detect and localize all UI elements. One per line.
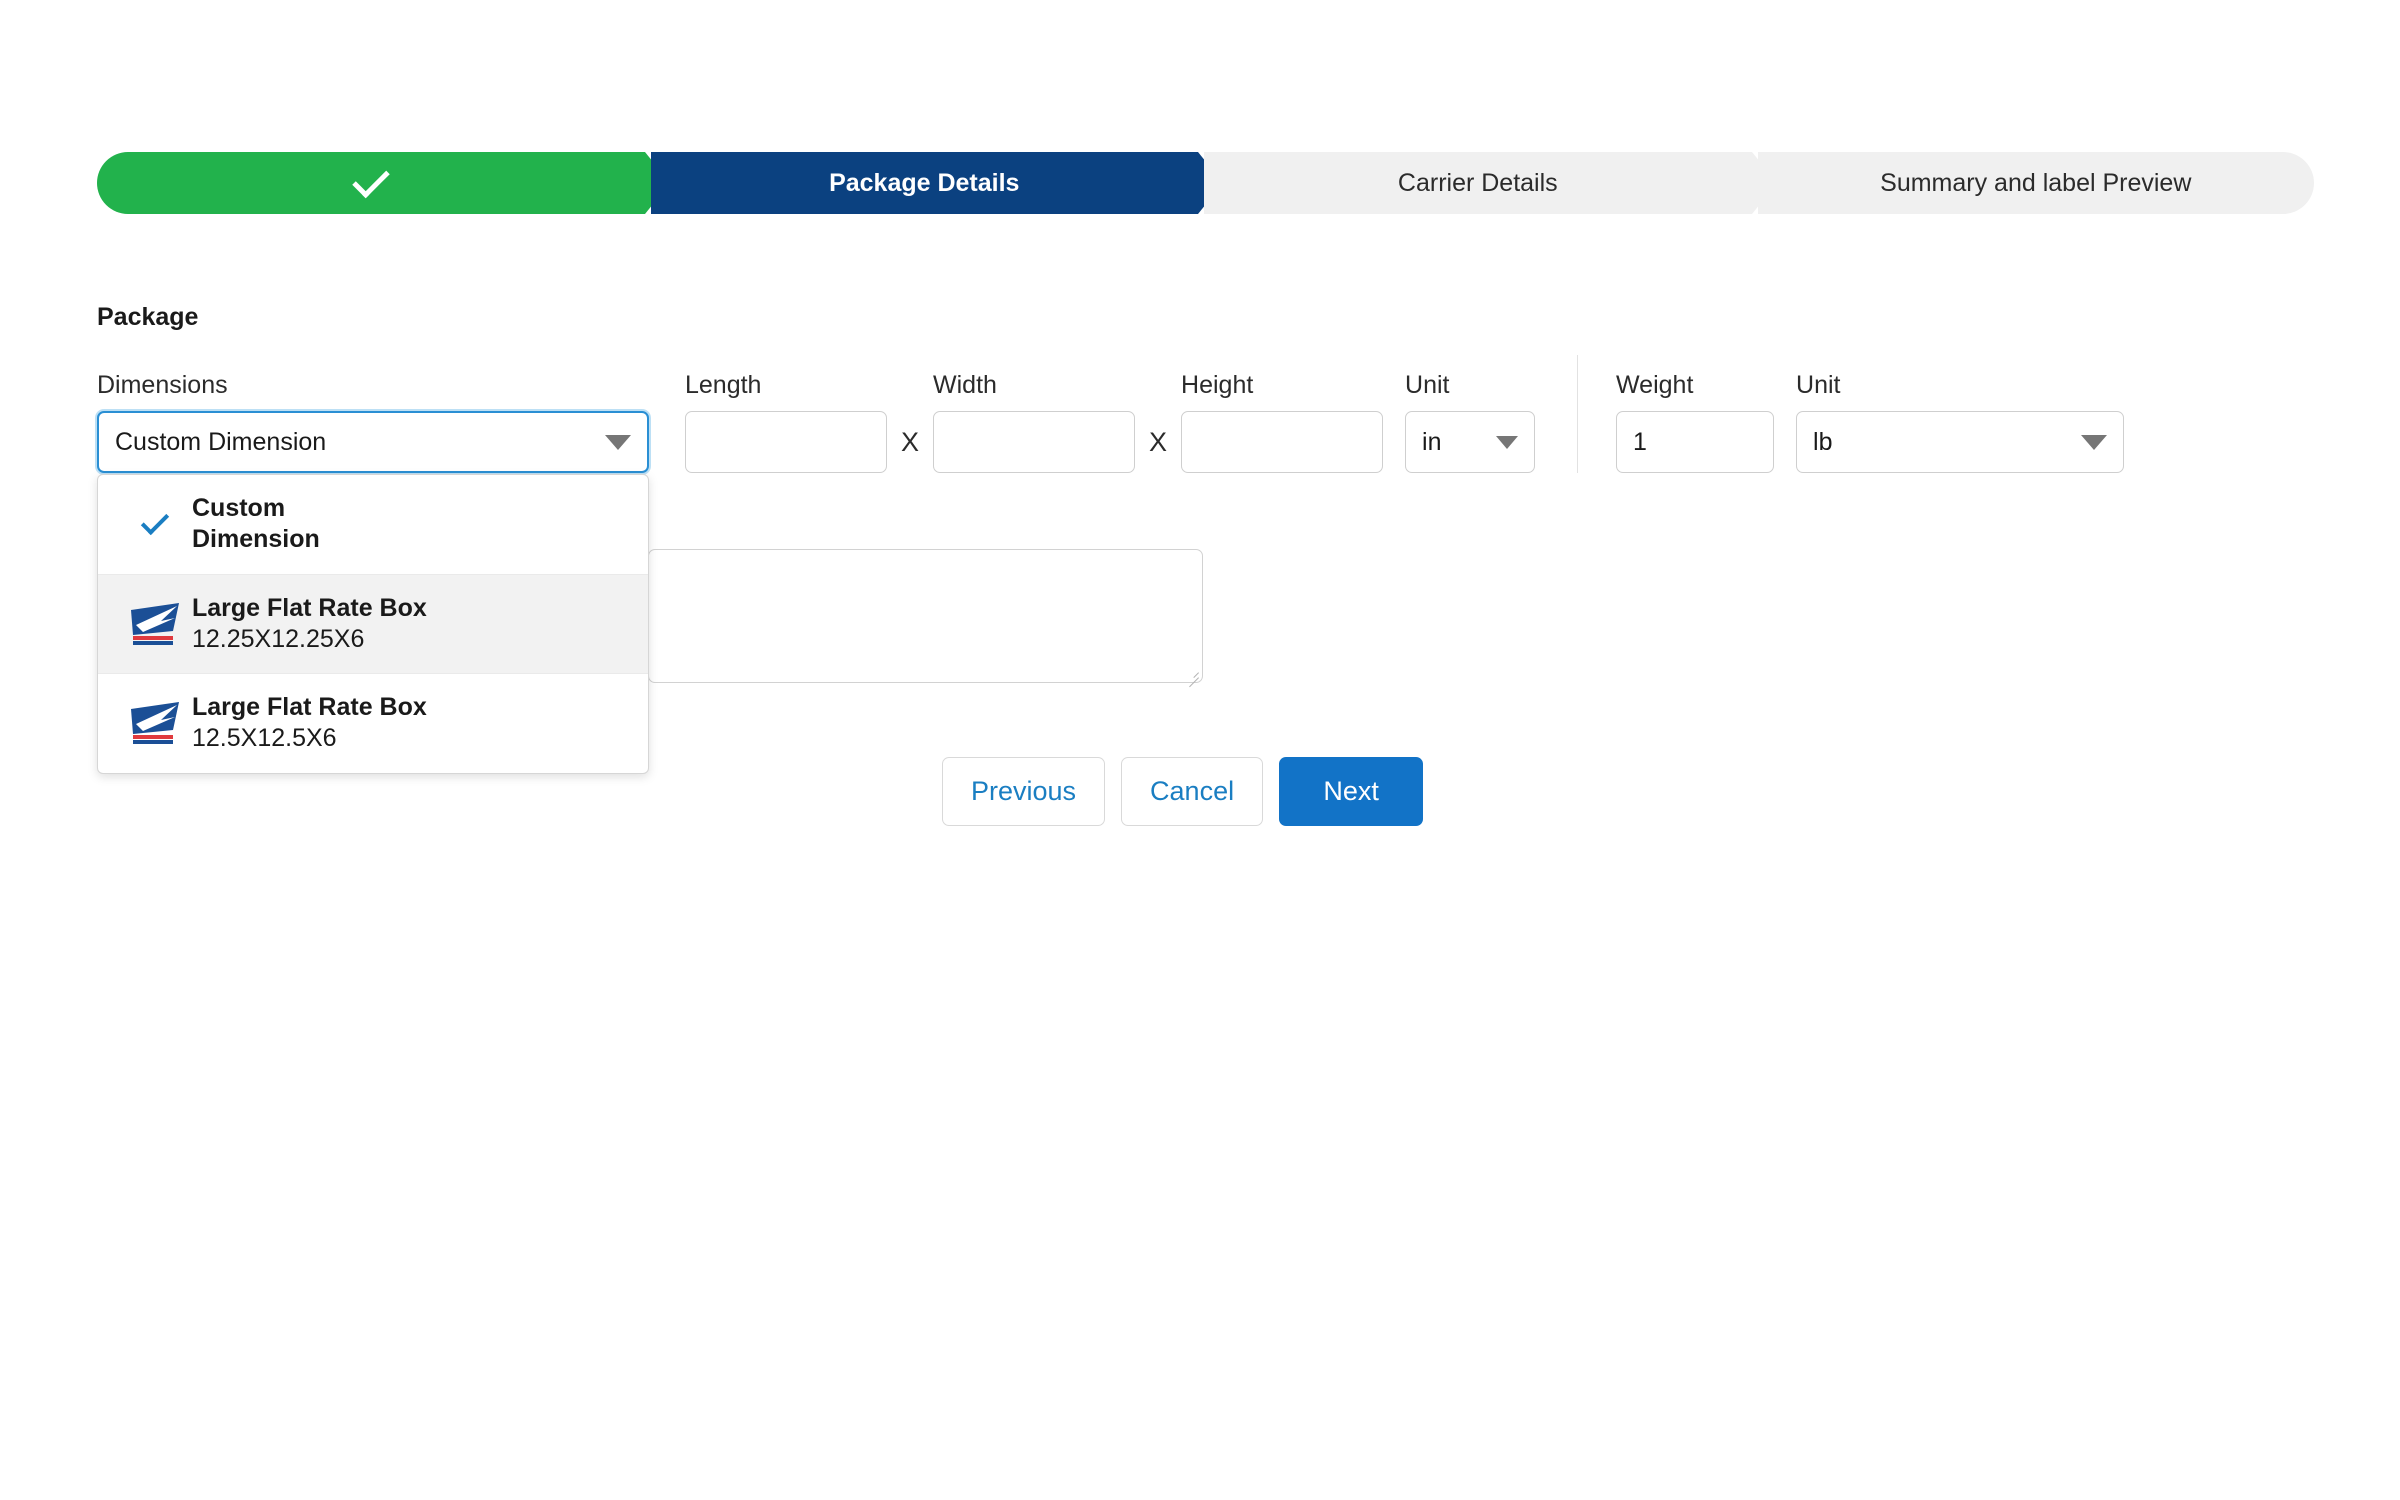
height-input[interactable] xyxy=(1181,411,1384,473)
length-field: Length xyxy=(685,371,887,473)
dimension-separator-x: X xyxy=(1149,427,1168,457)
cancel-button[interactable]: Cancel xyxy=(1121,757,1264,826)
weight-label: Weight xyxy=(1616,371,1694,399)
step-carrier-details[interactable]: Carrier Details xyxy=(1204,152,1777,214)
dimension-unit-field: Unit in xyxy=(1405,371,1536,473)
weight-unit-select[interactable]: lb xyxy=(1796,411,2125,473)
weight-unit-field: Unit lb xyxy=(1796,371,2125,473)
selected-check-icon xyxy=(118,507,192,536)
chevron-down-icon xyxy=(2081,434,2108,450)
option-text: Custom Dimension xyxy=(192,493,628,556)
length-input[interactable] xyxy=(685,411,887,473)
step-label: Carrier Details xyxy=(1397,168,1558,197)
step-summary-label-preview[interactable]: Summary and label Preview xyxy=(1757,152,2314,214)
option-title: Large Flat Rate Box xyxy=(192,693,427,721)
progress-stepper: Package Details Carrier Details Summary … xyxy=(97,152,2320,214)
dimension-separator-x: X xyxy=(901,427,920,457)
step-package-details[interactable]: Package Details xyxy=(650,152,1224,214)
step-completed[interactable] xyxy=(97,152,670,214)
step-label: Summary and label Preview xyxy=(1880,168,2192,197)
weight-input[interactable] xyxy=(1616,411,1775,473)
dimension-unit-value: in xyxy=(1422,427,1442,456)
usps-logo-icon xyxy=(118,601,192,647)
dropdown-option-custom-dimension[interactable]: Custom Dimension xyxy=(98,475,648,575)
package-details-page: Package Details Carrier Details Summary … xyxy=(0,0,2400,1500)
height-field: Height xyxy=(1181,371,1384,473)
dropdown-option-large-flat-rate-box-2[interactable]: Large Flat Rate Box 12.5X12.5X6 xyxy=(98,674,648,773)
dimension-unit-select[interactable]: in xyxy=(1405,411,1536,473)
dimensions-label: Dimensions xyxy=(97,371,228,399)
dimension-unit-label: Unit xyxy=(1405,371,1450,399)
next-button[interactable]: Next xyxy=(1279,757,1424,826)
width-field: Width xyxy=(933,371,1136,473)
weight-unit-value: lb xyxy=(1813,427,1833,456)
width-label: Width xyxy=(933,371,997,399)
weight-field: Weight xyxy=(1616,371,1775,473)
height-label: Height xyxy=(1181,371,1254,399)
dimensions-dropdown-menu: Custom Dimension Large Flat Rate Box 12.… xyxy=(97,474,649,774)
option-title: Custom Dimension xyxy=(192,494,320,554)
chevron-down-icon xyxy=(1496,435,1519,449)
option-text: Large Flat Rate Box 12.5X12.5X6 xyxy=(192,692,628,755)
dimensions-field: Dimensions Custom Dimension xyxy=(97,371,649,473)
length-label: Length xyxy=(685,371,762,399)
dimensions-select[interactable]: Custom Dimension xyxy=(97,411,649,473)
resize-handle-icon[interactable] xyxy=(1186,666,1199,679)
usps-logo-icon xyxy=(118,700,192,746)
option-text: Large Flat Rate Box 12.25X12.25X6 xyxy=(192,593,628,656)
weight-unit-label: Unit xyxy=(1796,371,1841,399)
form-actions: Previous Cancel Next xyxy=(942,757,1424,826)
dimensions-selected-value: Custom Dimension xyxy=(115,427,327,456)
option-subtitle: 12.25X12.25X6 xyxy=(192,624,365,653)
option-title: Large Flat Rate Box xyxy=(192,593,427,622)
section-title: Package xyxy=(97,303,199,331)
chevron-down-icon xyxy=(605,434,631,450)
package-form-row: Dimensions Custom Dimension Length X Wid… xyxy=(97,355,2125,473)
check-icon xyxy=(352,160,390,198)
dropdown-option-large-flat-rate-box-1[interactable]: Large Flat Rate Box 12.25X12.25X6 xyxy=(98,574,648,674)
step-label: Package Details xyxy=(829,168,1020,197)
notes-textarea[interactable] xyxy=(648,549,1203,683)
width-input[interactable] xyxy=(933,411,1136,473)
option-subtitle: 12.5X12.5X6 xyxy=(192,724,337,753)
section-divider xyxy=(1577,355,1579,473)
previous-button[interactable]: Previous xyxy=(942,757,1106,826)
